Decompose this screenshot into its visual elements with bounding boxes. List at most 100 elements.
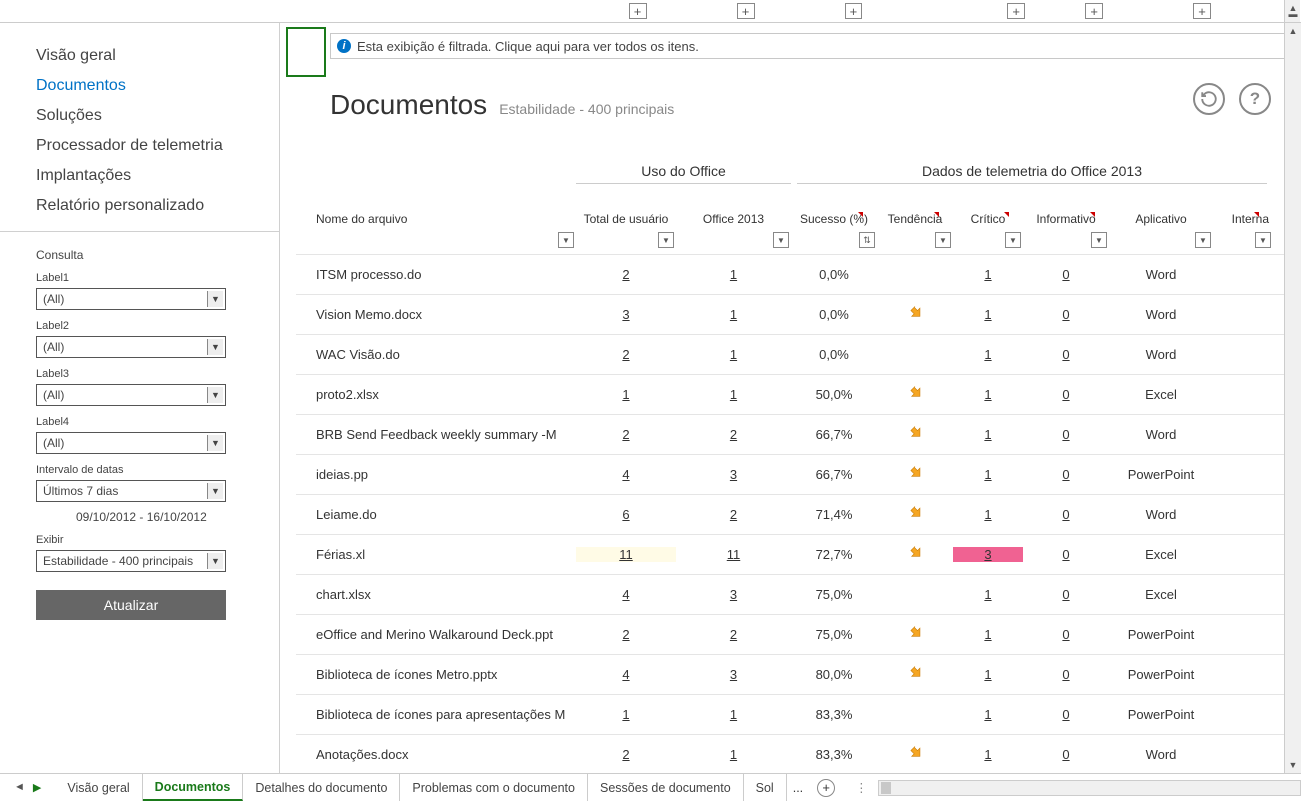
cell-info[interactable]: 0 — [1023, 467, 1109, 482]
scroll-gap-icon[interactable]: ▬ — [1285, 6, 1301, 22]
cell-info[interactable]: 0 — [1023, 427, 1109, 442]
nav-item-3[interactable]: Processador de telemetria — [36, 131, 279, 161]
cell-info[interactable]: 0 — [1023, 347, 1109, 362]
table-row[interactable]: WAC Visão.do210,0%10Word — [296, 334, 1301, 374]
cell-office[interactable]: 2 — [676, 427, 791, 442]
expand-btn-2[interactable]: + — [737, 3, 755, 19]
cell-critical[interactable]: 1 — [953, 667, 1023, 682]
table-row[interactable]: Anotações.docx2183,3%10Word — [296, 734, 1301, 773]
filter-icon[interactable]: ▼ — [1195, 232, 1211, 248]
scroll-down-icon[interactable]: ▼ — [1285, 757, 1301, 773]
filter-icon[interactable]: ▼ — [773, 232, 789, 248]
daterange-combo[interactable]: Últimos 7 dias▼ — [36, 480, 226, 502]
cell-total[interactable]: 2 — [576, 747, 676, 762]
sheet-tab-2[interactable]: Detalhes do documento — [243, 774, 400, 801]
cell-office[interactable]: 11 — [676, 547, 791, 562]
tab-next-icon[interactable]: ▶ — [33, 781, 41, 794]
expand-btn-6[interactable]: + — [1193, 3, 1211, 19]
cell-critical[interactable]: 1 — [953, 467, 1023, 482]
label3-combo[interactable]: (All)▼ — [36, 384, 226, 406]
sheet-tab-1[interactable]: Documentos — [143, 774, 244, 801]
cell-total[interactable]: 1 — [576, 707, 676, 722]
label2-combo[interactable]: (All)▼ — [36, 336, 226, 358]
cell-info[interactable]: 0 — [1023, 667, 1109, 682]
cell-info[interactable]: 0 — [1023, 587, 1109, 602]
help-button[interactable]: ? — [1239, 83, 1271, 115]
nav-item-2[interactable]: Soluções — [36, 101, 279, 131]
filter-icon[interactable]: ▼ — [1255, 232, 1271, 248]
expand-btn-4[interactable]: + — [1007, 3, 1025, 19]
vertical-scrollbar[interactable]: ▲ ▼ — [1284, 23, 1301, 773]
cell-info[interactable]: 0 — [1023, 547, 1109, 562]
cell-office[interactable]: 2 — [676, 627, 791, 642]
refresh-button[interactable] — [1193, 83, 1225, 115]
expand-btn-1[interactable]: + — [629, 3, 647, 19]
scroll-up-icon[interactable]: ▲ — [1285, 23, 1301, 39]
label1-combo[interactable]: (All)▼ — [36, 288, 226, 310]
cell-info[interactable]: 0 — [1023, 267, 1109, 282]
vertical-scrollbar-top[interactable]: ▲ ▬ — [1284, 0, 1300, 22]
tab-first-icon[interactable]: ◄ — [14, 781, 25, 794]
cell-total[interactable]: 4 — [576, 667, 676, 682]
table-row[interactable]: eOffice and Merino Walkaround Deck.ppt22… — [296, 614, 1301, 654]
table-row[interactable]: Biblioteca de ícones Metro.pptx4380,0%10… — [296, 654, 1301, 694]
sheet-tab-0[interactable]: Visão geral — [55, 774, 142, 801]
cell-total[interactable]: 2 — [576, 267, 676, 282]
expand-btn-3[interactable]: + — [845, 3, 863, 19]
filter-icon[interactable]: ▼ — [558, 232, 574, 248]
cell-critical[interactable]: 1 — [953, 427, 1023, 442]
sheet-tab-3[interactable]: Problemas com o documento — [400, 774, 588, 801]
cell-info[interactable]: 0 — [1023, 627, 1109, 642]
sort-icon[interactable]: ⇅ — [859, 232, 875, 248]
cell-total[interactable]: 6 — [576, 507, 676, 522]
cell-office[interactable]: 1 — [676, 267, 791, 282]
cell-total[interactable]: 11 — [576, 547, 676, 562]
cell-info[interactable]: 0 — [1023, 507, 1109, 522]
add-sheet-button[interactable]: + — [817, 779, 835, 797]
cell-office[interactable]: 3 — [676, 587, 791, 602]
table-row[interactable]: ideias.pp4366,7%10PowerPoint — [296, 454, 1301, 494]
table-row[interactable]: Vision Memo.docx310,0%10Word — [296, 294, 1301, 334]
filter-notice[interactable]: i Esta exibição é filtrada. Clique aqui … — [330, 33, 1289, 59]
nav-item-5[interactable]: Relatório personalizado — [36, 191, 279, 221]
cell-office[interactable]: 3 — [676, 667, 791, 682]
filter-icon[interactable]: ▼ — [1005, 232, 1021, 248]
cell-total[interactable]: 4 — [576, 467, 676, 482]
cell-critical[interactable]: 1 — [953, 587, 1023, 602]
cell-info[interactable]: 0 — [1023, 707, 1109, 722]
table-row[interactable]: proto2.xlsx1150,0%10Excel — [296, 374, 1301, 414]
cell-critical[interactable]: 1 — [953, 267, 1023, 282]
table-row[interactable]: Biblioteca de ícones para apresentações … — [296, 694, 1301, 734]
cell-office[interactable]: 1 — [676, 307, 791, 322]
update-button[interactable]: Atualizar — [36, 590, 226, 620]
cell-total[interactable]: 2 — [576, 347, 676, 362]
cell-total[interactable]: 1 — [576, 387, 676, 402]
table-row[interactable]: BRB Send Feedback weekly summary -M2266,… — [296, 414, 1301, 454]
tab-more[interactable]: ... — [787, 781, 809, 795]
table-row[interactable]: ITSM processo.do210,0%10Word — [296, 254, 1301, 294]
cell-total[interactable]: 3 — [576, 307, 676, 322]
cell-critical[interactable]: 1 — [953, 347, 1023, 362]
table-row[interactable]: chart.xlsx4375,0%10Excel — [296, 574, 1301, 614]
cell-total[interactable]: 4 — [576, 587, 676, 602]
label4-combo[interactable]: (All)▼ — [36, 432, 226, 454]
cell-total[interactable]: 2 — [576, 627, 676, 642]
cell-office[interactable]: 1 — [676, 707, 791, 722]
cell-critical[interactable]: 1 — [953, 507, 1023, 522]
nav-item-4[interactable]: Implantações — [36, 161, 279, 191]
cell-office[interactable]: 1 — [676, 347, 791, 362]
table-row[interactable]: Leiame.do6271,4%10Word — [296, 494, 1301, 534]
cell-info[interactable]: 0 — [1023, 387, 1109, 402]
cell-critical[interactable]: 1 — [953, 387, 1023, 402]
cell-critical[interactable]: 3 — [953, 547, 1023, 562]
expand-btn-5[interactable]: + — [1085, 3, 1103, 19]
cell-info[interactable]: 0 — [1023, 307, 1109, 322]
nav-item-1[interactable]: Documentos — [36, 71, 279, 101]
sheet-tab-4[interactable]: Sessões de documento — [588, 774, 744, 801]
filter-icon[interactable]: ▼ — [935, 232, 951, 248]
cell-info[interactable]: 0 — [1023, 747, 1109, 762]
cell-office[interactable]: 1 — [676, 747, 791, 762]
cell-critical[interactable]: 1 — [953, 627, 1023, 642]
nav-item-0[interactable]: Visão geral — [36, 41, 279, 71]
filter-icon[interactable]: ▼ — [658, 232, 674, 248]
